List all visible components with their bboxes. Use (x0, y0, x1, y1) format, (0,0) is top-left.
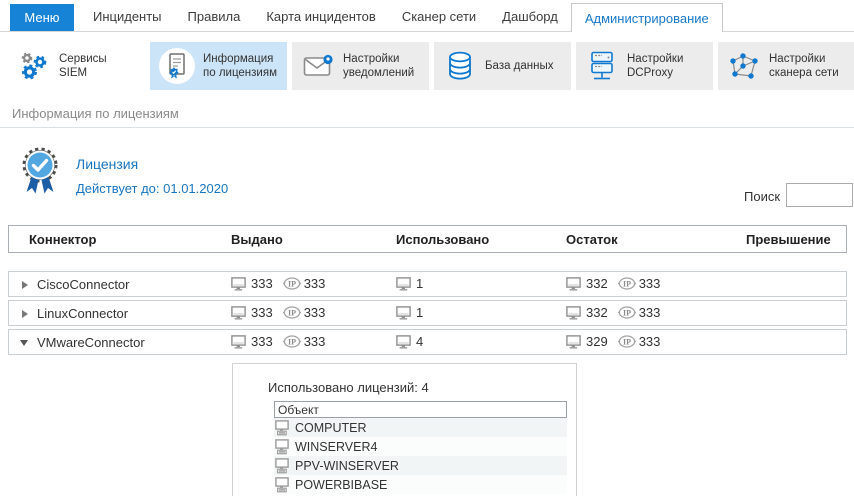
list-item[interactable]: WINSERVER4 (274, 437, 567, 456)
table-row[interactable]: CiscoConnector 333 333 1 332 333 (8, 271, 847, 297)
database-button[interactable]: База данных (434, 42, 571, 90)
tab-incident-map[interactable]: Карта инцидентов (253, 0, 388, 32)
computer-icon (566, 277, 583, 291)
table-header: Коннектор Выдано Использовано Остаток Пр… (8, 225, 847, 253)
issued-cell: 333 333 (231, 305, 325, 320)
network-scanner-icon (727, 48, 761, 84)
workstation-icon (275, 477, 291, 493)
notification-settings-button[interactable]: Настройки уведомлений (292, 42, 429, 90)
used-licenses-count: 4 (421, 380, 429, 395)
used-cell: 1 (396, 305, 423, 320)
object-column-header: Объект (274, 401, 567, 418)
table-row[interactable]: LinuxConnector 333 333 1 332 333 (8, 300, 847, 326)
computer-icon (231, 335, 248, 349)
computer-icon (566, 335, 583, 349)
license-usage-panel: Использовано лицензий: 4 Объект COMPUTER… (232, 363, 577, 496)
ip-icon (283, 277, 301, 290)
tab-network-scanner[interactable]: Сканер сети (389, 0, 489, 32)
admin-toolbar: Сервисы SIEM Информация по лицензиям Нас… (8, 42, 854, 90)
connector-name: LinuxConnector (37, 306, 129, 321)
column-connector: Коннектор (29, 232, 97, 247)
column-issued: Выдано (231, 232, 283, 247)
toolbar-button-label: Сервисы SIEM (59, 52, 107, 79)
list-item[interactable]: PPV-WINSERVER (274, 456, 567, 475)
computer-icon (566, 306, 583, 320)
table-row[interactable]: VMwareConnector 333 333 4 329 333 (8, 329, 847, 355)
ip-icon (283, 335, 301, 348)
computer-icon (396, 335, 413, 349)
remaining-cell: 332 333 (566, 305, 660, 320)
list-item[interactable]: COMPUTER (274, 418, 567, 437)
toolbar-button-label: Настройки уведомлений (343, 52, 415, 79)
rosette-check-icon (17, 144, 63, 203)
issued-cell: 333 333 (231, 334, 325, 349)
ip-icon (618, 335, 636, 348)
license-info-button[interactable]: Информация по лицензиям (150, 42, 287, 90)
used-cell: 1 (396, 276, 423, 291)
menu-button[interactable]: Меню (10, 4, 74, 31)
list-item[interactable]: POWERBIBASE (274, 475, 567, 494)
ip-icon (283, 306, 301, 319)
menu-button-label: Меню (24, 10, 60, 25)
section-divider (0, 127, 854, 128)
network-scanner-settings-button[interactable]: Настройки сканера сети (718, 42, 854, 90)
toolbar-button-label: Настройки сканера сети (769, 52, 839, 79)
mail-notification-icon (301, 48, 335, 84)
proxy-server-icon (585, 48, 619, 84)
license-certificate-icon (159, 48, 195, 84)
computer-icon (396, 306, 413, 320)
object-table: Объект COMPUTER WINSERVER4 PPV-WINSERVER… (274, 401, 567, 494)
tab-incidents[interactable]: Инциденты (80, 0, 175, 32)
search-input[interactable] (786, 183, 853, 207)
workstation-icon (275, 458, 291, 474)
used-cell: 4 (396, 334, 423, 349)
license-title: Лицензия (76, 156, 139, 172)
page-title: Информация по лицензиям (12, 106, 179, 121)
column-remaining: Остаток (566, 232, 618, 247)
used-licenses-line: Использовано лицензий: 4 (268, 380, 429, 395)
toolbar-button-label: Информация по лицензиям (203, 52, 277, 79)
toolbar-button-label: Настройки DCProxy (627, 52, 684, 79)
computer-icon (231, 306, 248, 320)
expand-arrow-icon[interactable] (22, 310, 28, 318)
connector-name: VMwareConnector (37, 335, 145, 350)
tab-administration[interactable]: Администрирование (570, 3, 723, 32)
ip-icon (618, 306, 636, 319)
collapse-arrow-icon[interactable] (20, 340, 28, 346)
tab-dashboard[interactable]: Дашборд (489, 0, 571, 32)
remaining-cell: 329 333 (566, 334, 660, 349)
workstation-icon (275, 420, 291, 436)
toolbar-button-label: База данных (485, 59, 554, 72)
license-valid-until: Действует до: 01.01.2020 (76, 181, 229, 196)
gears-icon (17, 48, 51, 84)
remaining-cell: 332 333 (566, 276, 660, 291)
tab-rules[interactable]: Правила (175, 0, 254, 32)
search-label: Поиск (744, 189, 781, 204)
ip-icon (618, 277, 636, 290)
database-icon (443, 48, 477, 84)
column-excess: Превышение (746, 232, 831, 247)
top-tab-bar: Инциденты Правила Карта инцидентов Скане… (80, 0, 723, 32)
connector-name: CiscoConnector (37, 277, 130, 292)
computer-icon (231, 277, 248, 291)
dcproxy-settings-button[interactable]: Настройки DCProxy (576, 42, 713, 90)
expand-arrow-icon[interactable] (22, 281, 28, 289)
issued-cell: 333 333 (231, 276, 325, 291)
siem-services-button[interactable]: Сервисы SIEM (8, 42, 145, 90)
column-used: Использовано (396, 232, 490, 247)
workstation-icon (275, 439, 291, 455)
computer-icon (396, 277, 413, 291)
